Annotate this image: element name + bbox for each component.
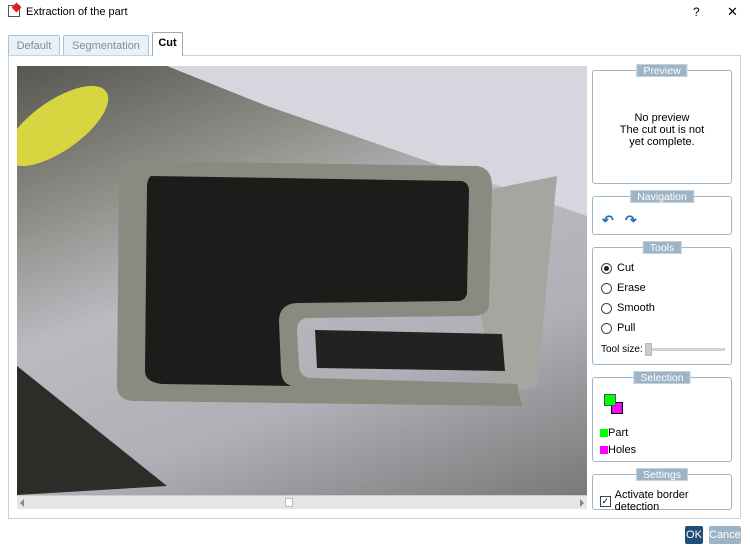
scroll-right-arrow[interactable]: [580, 499, 584, 507]
settings-group: Settings ✓ Activate border detection: [592, 468, 732, 513]
holes-label: Holes: [608, 444, 637, 456]
preview-group: Preview No preview The cut out is not ye…: [592, 64, 732, 184]
selection-group: Selection Part Holes: [592, 371, 732, 462]
redo-icon[interactable]: ↷: [625, 212, 637, 229]
part-photo: [17, 66, 587, 495]
holes-color-swatch: [600, 446, 608, 454]
tab-cut[interactable]: Cut: [152, 32, 183, 56]
cancel-button[interactable]: Cancel: [709, 526, 743, 544]
tool-smooth-radio[interactable]: Smooth: [601, 302, 655, 314]
tool-pull-radio[interactable]: Pull: [601, 322, 635, 334]
navigation-title: Navigation: [630, 190, 694, 203]
checkbox-icon: ✓: [600, 495, 611, 507]
preview-message: No preview: [634, 112, 690, 124]
app-icon: [8, 2, 22, 17]
navigation-group: Navigation ↶ ↷: [592, 190, 732, 235]
tool-erase-radio[interactable]: Erase: [601, 282, 646, 294]
part-label: Part: [608, 427, 629, 439]
settings-title: Settings: [636, 468, 688, 481]
tab-segmentation[interactable]: Segmentation: [63, 35, 149, 56]
tool-size-label: Tool size:: [601, 344, 643, 355]
horizontal-scrollbar[interactable]: [17, 495, 587, 509]
tab-default[interactable]: Default: [8, 35, 60, 56]
tool-cut-label: Cut: [617, 262, 635, 274]
preview-title: Preview: [636, 64, 688, 77]
part-legend[interactable]: Part: [600, 427, 628, 439]
tool-pull-label: Pull: [617, 322, 636, 334]
part-color-swatch: [600, 429, 608, 437]
tool-smooth-label: Smooth: [617, 302, 655, 314]
border-detection-checkbox[interactable]: ✓ Activate border detection: [600, 489, 731, 513]
tools-title: Tools: [642, 241, 682, 254]
swap-colors-icon[interactable]: [604, 394, 628, 416]
image-canvas[interactable]: [17, 66, 587, 495]
scroll-left-arrow[interactable]: [20, 499, 24, 507]
close-button[interactable]: ✕: [727, 4, 738, 20]
preview-detail: The cut out is not yet complete.: [619, 124, 705, 148]
help-button[interactable]: ?: [693, 5, 700, 19]
tool-erase-label: Erase: [617, 282, 646, 294]
holes-legend[interactable]: Holes: [600, 444, 636, 456]
tools-group: Tools Cut Erase Smooth Pull Tool size:: [592, 241, 732, 365]
tool-size-thumb[interactable]: [645, 343, 652, 356]
ok-button[interactable]: OK: [685, 526, 703, 544]
scroll-thumb[interactable]: [285, 498, 293, 507]
selection-title: Selection: [633, 371, 691, 384]
tool-size-slider[interactable]: [645, 343, 725, 356]
tool-cut-radio[interactable]: Cut: [601, 262, 634, 274]
border-detection-label: Activate border detection: [614, 489, 689, 513]
window-title: Extraction of the part: [26, 6, 128, 18]
undo-icon[interactable]: ↶: [602, 212, 614, 229]
